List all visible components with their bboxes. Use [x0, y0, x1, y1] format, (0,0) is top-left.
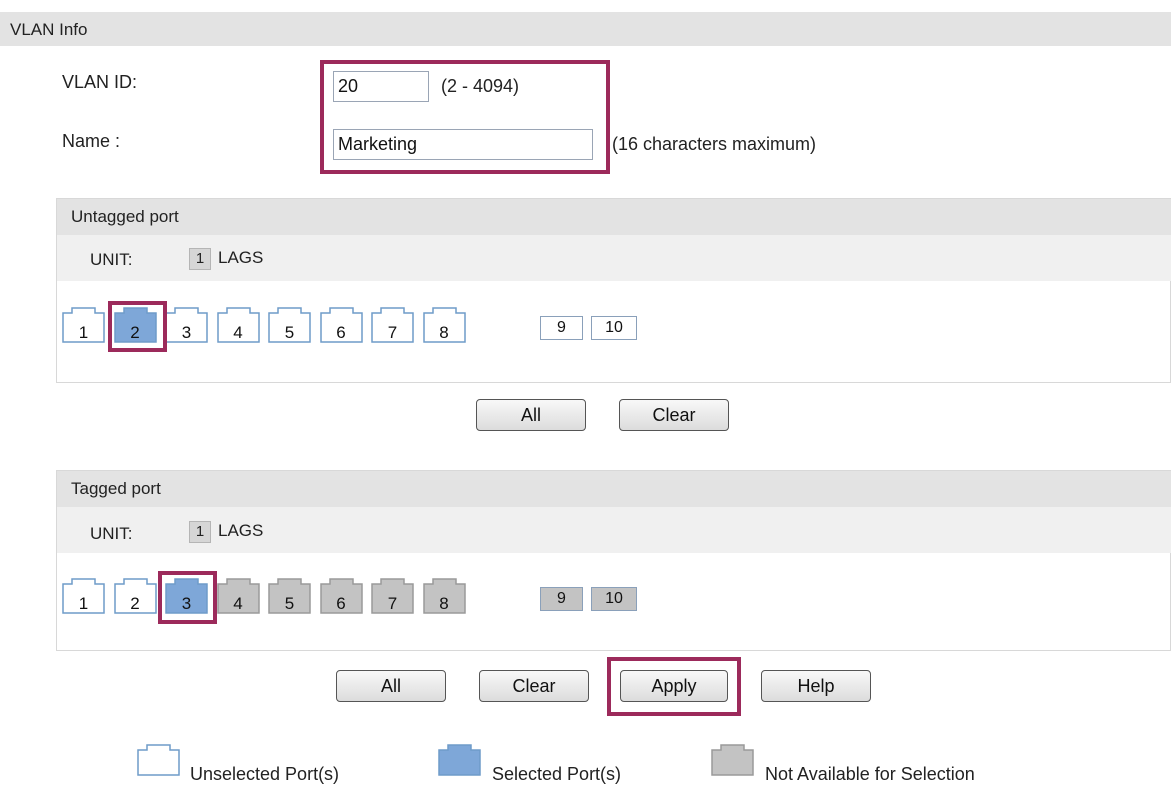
tagged-lags[interactable]: LAGS	[218, 521, 263, 541]
untagged-port-5-label: 5	[284, 323, 295, 342]
untagged-port-2-highlight	[108, 301, 167, 352]
untagged-port-7-label: 7	[387, 323, 398, 342]
tagged-unit-1[interactable]: 1	[189, 521, 211, 543]
tagged-clear-button[interactable]: Clear	[479, 670, 589, 702]
tagged-port-1[interactable]: 1	[62, 578, 105, 614]
tagged-port-2[interactable]: 2	[113, 578, 157, 614]
tagged-port-5[interactable]: 5	[268, 578, 311, 614]
tagged-unit-label: UNIT:	[90, 524, 133, 543]
untagged-port-8-label: 8	[439, 323, 449, 342]
untagged-port-4[interactable]: 4	[216, 307, 260, 343]
tagged-port-7[interactable]: 7	[371, 578, 414, 614]
legend-selected-icon	[438, 744, 481, 776]
vlan-name-input[interactable]: Marketing	[333, 129, 593, 160]
untagged-unit-1[interactable]: 1	[189, 248, 211, 270]
untagged-port-4-label: 4	[233, 323, 243, 342]
tagged-port-5-label: 5	[284, 594, 295, 613]
tagged-port-6-label: 6	[336, 594, 346, 613]
tagged-port-4[interactable]: 4	[216, 578, 260, 614]
tagged-port-6[interactable]: 6	[319, 578, 363, 614]
tagged-port-7-label: 7	[387, 594, 398, 613]
tagged-port-1-label: 1	[78, 594, 89, 613]
name-label: Name :	[62, 131, 121, 151]
help-button[interactable]: Help	[761, 670, 871, 702]
tagged-port-8[interactable]: 8	[422, 578, 466, 614]
legend-unselected-text: Unselected Port(s)	[190, 764, 340, 784]
untagged-port-6-label: 6	[336, 323, 346, 342]
untagged-port-8[interactable]: 8	[422, 307, 466, 343]
legend-selected-text: Selected Port(s)	[492, 764, 622, 784]
name-hint: (16 characters maximum)	[612, 134, 817, 154]
untagged-port-1[interactable]: 1	[62, 307, 105, 343]
apply-button[interactable]: Apply	[620, 670, 728, 702]
untagged-port-5[interactable]: 5	[268, 307, 311, 343]
untagged-sfp-port-9[interactable]: 9	[540, 316, 583, 340]
vlan-id-range: (2 - 4094)	[441, 76, 520, 96]
untagged-unit-label: UNIT:	[90, 250, 133, 269]
untagged-port-7[interactable]: 7	[371, 307, 414, 343]
tagged-port-4-label: 4	[233, 594, 243, 613]
untagged-sfp-port-10[interactable]: 10	[591, 316, 637, 340]
tagged-sfp-port-10[interactable]: 10	[591, 587, 637, 611]
tagged-title: Tagged port	[57, 471, 1171, 507]
legend-na-icon	[711, 744, 754, 776]
untagged-lags[interactable]: LAGS	[218, 248, 263, 268]
tagged-port-8-label: 8	[439, 594, 449, 613]
untagged-port-3[interactable]: 3	[165, 307, 208, 343]
vlan-info-title: VLAN Info	[10, 20, 88, 39]
vlan-id-label: VLAN ID:	[62, 72, 138, 92]
untagged-port-6[interactable]: 6	[319, 307, 363, 343]
untagged-port-1-label: 1	[78, 323, 89, 342]
tagged-port-3-highlight	[158, 571, 217, 624]
untagged-port-3-label: 3	[181, 323, 192, 342]
untagged-title: Untagged port	[57, 199, 1171, 235]
legend-unselected-icon	[137, 744, 180, 776]
tagged-port-2-label: 2	[130, 594, 140, 613]
tagged-all-button[interactable]: All	[336, 670, 446, 702]
vlan-id-input[interactable]: 20	[333, 71, 429, 102]
tagged-sfp-port-9[interactable]: 9	[540, 587, 583, 611]
legend-na-text: Not Available for Selection	[765, 764, 975, 784]
untagged-all-button[interactable]: All	[476, 399, 586, 431]
vlan-info-header	[0, 12, 1171, 46]
untagged-clear-button[interactable]: Clear	[619, 399, 729, 431]
